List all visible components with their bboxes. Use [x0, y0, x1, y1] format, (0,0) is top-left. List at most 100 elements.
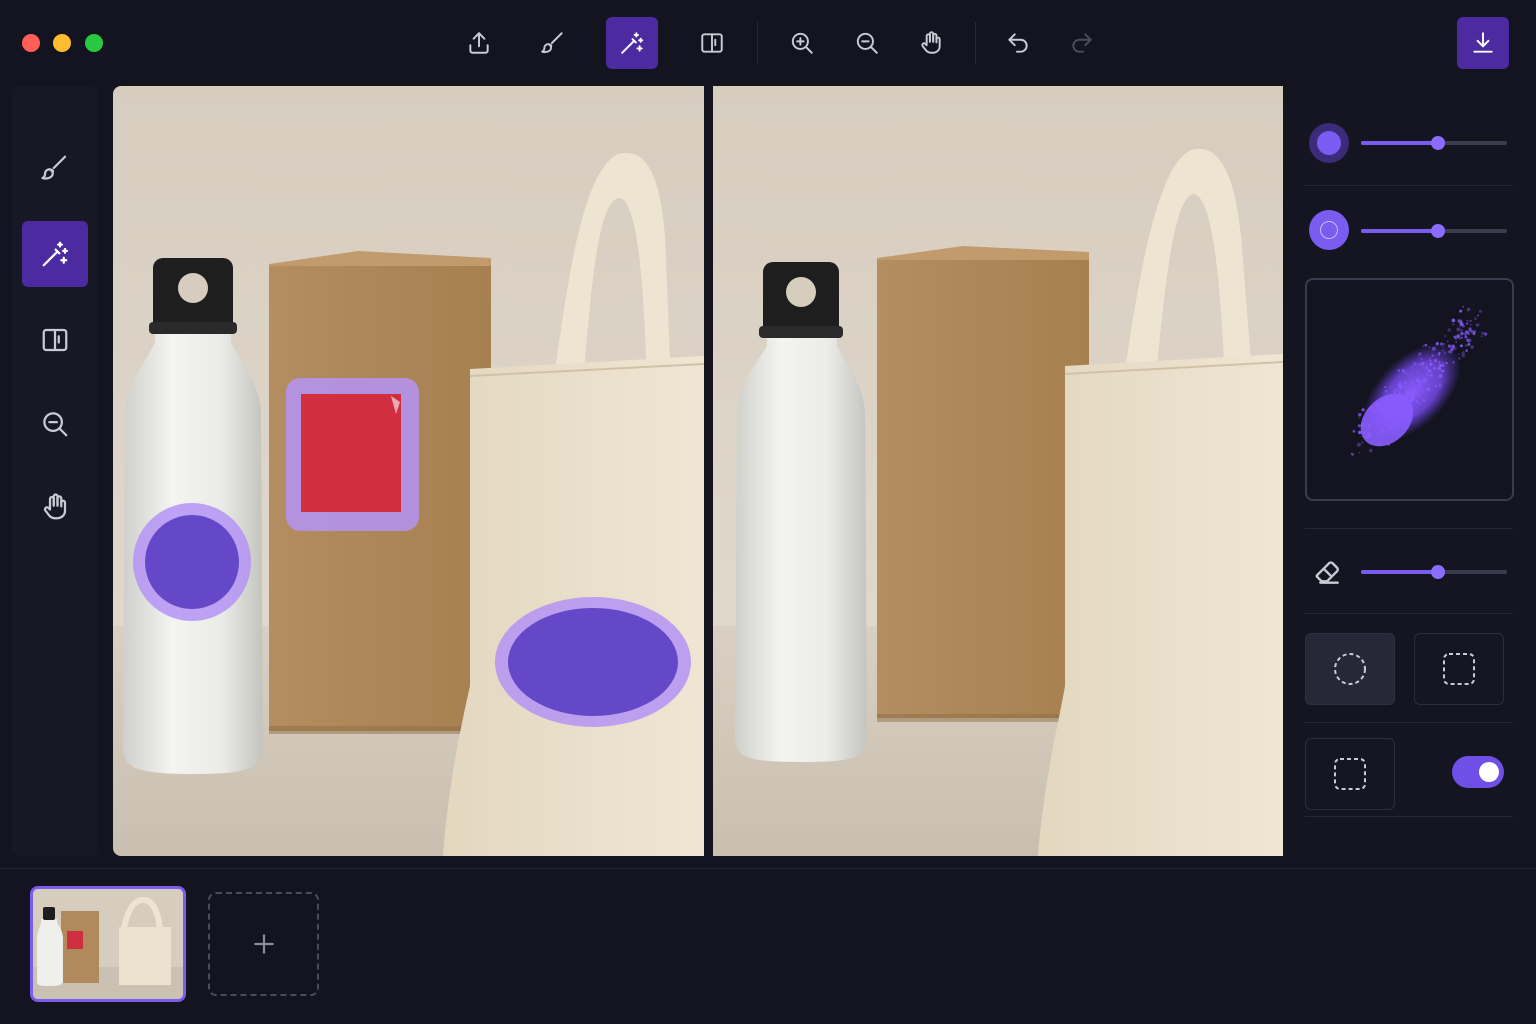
spray-particle	[1352, 430, 1356, 433]
spray-particle	[1417, 384, 1422, 388]
panel-divider	[1305, 528, 1513, 529]
spray-particle	[1404, 396, 1407, 399]
sidebar-brush-button[interactable]	[22, 135, 88, 201]
panel-divider	[1305, 722, 1513, 723]
spray-particle	[1441, 369, 1445, 373]
spray-particle	[1461, 353, 1466, 358]
eraser-button[interactable]	[1311, 556, 1343, 588]
sidebar-compare-button[interactable]	[22, 307, 88, 373]
download-icon	[1473, 32, 1493, 53]
spray-particle	[1460, 344, 1463, 348]
eraser-icon	[1315, 561, 1339, 584]
add-image-button[interactable]	[208, 892, 319, 996]
brush-stroke-preview	[1350, 305, 1488, 456]
spray-particle	[1413, 391, 1417, 394]
undo-button[interactable]	[992, 17, 1044, 69]
spray-particle	[1455, 334, 1459, 338]
result-image-canvas[interactable]	[713, 86, 1283, 856]
spray-particle	[1438, 361, 1441, 364]
image-thumbnail[interactable]	[30, 886, 186, 1002]
spray-particle	[1367, 433, 1372, 438]
rectangle-selection-button[interactable]	[1414, 633, 1504, 705]
spray-particle	[1477, 314, 1479, 317]
spray-particle	[1382, 412, 1385, 415]
spray-particle	[1421, 380, 1424, 383]
original-image-canvas[interactable]	[113, 86, 704, 856]
spray-particle	[1456, 327, 1461, 332]
spray-particle	[1398, 384, 1403, 389]
zoom-out-button[interactable]	[841, 17, 893, 69]
dashed-circle-icon	[1334, 653, 1366, 685]
spray-particle	[1459, 309, 1463, 313]
rectangle-selection-button-2[interactable]	[1305, 738, 1395, 810]
spray-particle	[1385, 397, 1390, 402]
spray-particle	[1443, 351, 1447, 355]
spray-particle	[1410, 395, 1415, 400]
spray-particle	[1401, 419, 1404, 422]
spray-particle	[1403, 385, 1407, 389]
spray-particle	[1393, 412, 1397, 415]
spray-particle	[1459, 332, 1461, 334]
toggle-knob	[1479, 762, 1499, 782]
spray-particle	[1446, 340, 1449, 343]
spray-particle	[1470, 324, 1472, 326]
spray-particle	[1403, 381, 1407, 385]
brush-softness-slider[interactable]	[1361, 224, 1507, 238]
left-tool-sidebar	[12, 86, 98, 856]
export-button[interactable]	[453, 17, 505, 69]
filmstrip-divider	[0, 868, 1536, 869]
spray-particle	[1416, 370, 1419, 373]
spray-particle	[1463, 332, 1467, 336]
dashed-square-icon	[1443, 653, 1475, 685]
spray-particle	[1467, 340, 1469, 342]
brush-size-swatch[interactable]	[1309, 123, 1349, 163]
sidebar-magic-wand-button[interactable]	[22, 221, 88, 287]
brush-softness-swatch[interactable]	[1309, 210, 1349, 250]
dashed-square-icon	[1334, 758, 1366, 790]
spray-particle	[1420, 361, 1425, 366]
brush-size-slider[interactable]	[1361, 136, 1507, 150]
spray-particle	[1381, 433, 1384, 435]
spray-particle	[1417, 363, 1421, 367]
spray-particle	[1361, 441, 1364, 444]
minimize-window-button[interactable]	[53, 34, 71, 52]
spray-particle	[1462, 305, 1465, 308]
eraser-strength-slider[interactable]	[1361, 565, 1507, 579]
spray-particle	[1466, 307, 1471, 312]
spray-particle	[1413, 362, 1417, 366]
close-window-button[interactable]	[22, 34, 40, 52]
spray-particle	[1356, 442, 1361, 447]
spray-particle	[1428, 346, 1431, 348]
spray-particle	[1434, 385, 1437, 388]
spray-particle	[1440, 342, 1444, 346]
compare-view-button[interactable]	[686, 17, 738, 69]
spray-particle	[1484, 332, 1488, 336]
spray-particle	[1439, 369, 1442, 371]
spray-particle	[1469, 319, 1472, 322]
pan-tool-button[interactable]	[905, 17, 957, 69]
sidebar-zoom-button[interactable]	[22, 391, 88, 457]
compare-divider[interactable]	[704, 86, 713, 856]
download-button[interactable]	[1457, 17, 1509, 69]
sidebar-pan-button[interactable]	[22, 474, 88, 540]
spray-particle	[1375, 436, 1378, 439]
zoom-in-button[interactable]	[776, 17, 828, 69]
spray-particle	[1371, 422, 1374, 425]
spray-particle	[1390, 395, 1394, 399]
zoom-out-icon	[856, 32, 878, 54]
maximize-window-button[interactable]	[85, 34, 103, 52]
magic-wand-tool-button[interactable]	[606, 17, 658, 69]
spray-particle	[1398, 391, 1402, 394]
spray-particle	[1401, 405, 1405, 409]
spray-particle	[1367, 417, 1369, 420]
spray-particle	[1460, 328, 1464, 332]
redo-button[interactable]	[1056, 17, 1108, 69]
spray-particle	[1413, 379, 1415, 382]
panel-divider	[1305, 185, 1513, 186]
spray-particle	[1395, 424, 1399, 429]
spray-particle	[1411, 366, 1414, 369]
option-toggle[interactable]	[1452, 756, 1504, 788]
brush-tool-button[interactable]	[527, 17, 579, 69]
ellipse-selection-button[interactable]	[1305, 633, 1395, 705]
spray-particle	[1451, 344, 1456, 349]
